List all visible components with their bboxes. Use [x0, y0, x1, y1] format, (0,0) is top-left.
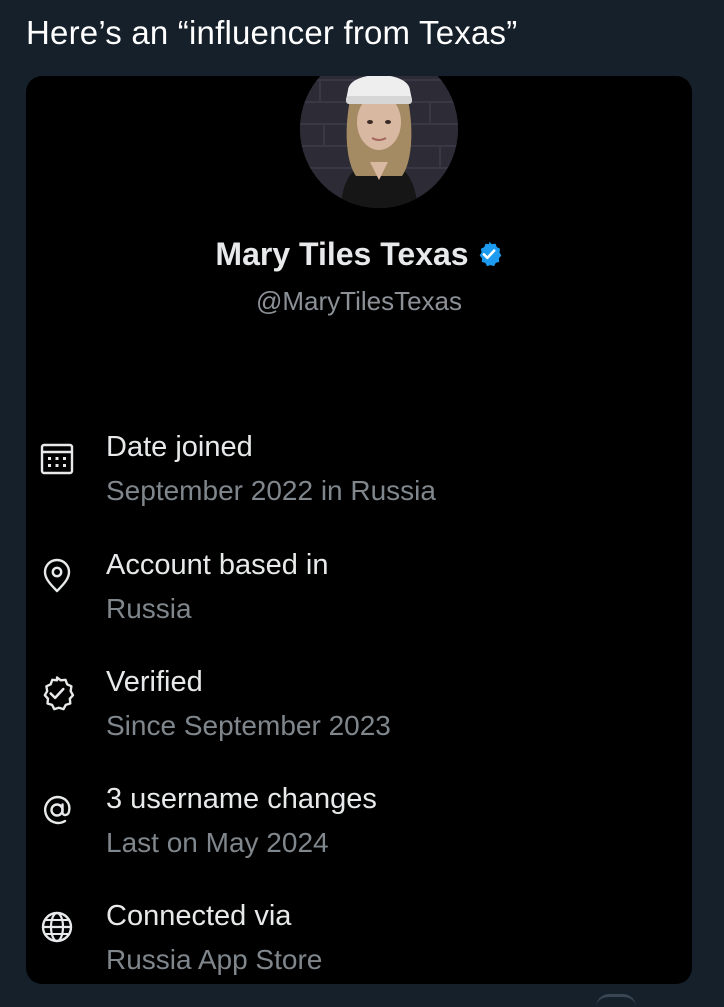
- about-item-subtitle: Russia: [106, 593, 192, 624]
- at-sign-icon: [38, 791, 76, 829]
- about-item-title: Verified: [106, 666, 203, 698]
- about-item-title: 3 username changes: [106, 783, 377, 815]
- username-handle: @MaryTilesTexas: [255, 286, 463, 316]
- location-pin-icon: [38, 557, 76, 595]
- about-item-verified: Verified Since September 2023: [26, 666, 692, 766]
- about-item-date-joined: Date joined September 2022 in Russia: [26, 431, 692, 531]
- about-item-title: Date joined: [106, 431, 253, 463]
- calendar-icon: [38, 439, 76, 477]
- about-item-subtitle: Last on May 2024: [106, 827, 329, 858]
- avatar[interactable]: [300, 76, 458, 208]
- about-item-connected-via: Connected via Russia App Store: [26, 900, 692, 984]
- profile-screenshot-card[interactable]: Mary Tiles Texas @MaryTilesTexas Date jo…: [26, 76, 692, 984]
- about-item-subtitle: Since September 2023: [106, 710, 391, 741]
- about-item-subtitle: September 2022 in Russia: [106, 475, 436, 506]
- globe-icon: [38, 908, 76, 946]
- profile-name-row: Mary Tiles Texas: [26, 236, 692, 276]
- about-item-username-changes: 3 username changes Last on May 2024: [26, 783, 692, 883]
- bottom-edge-control: [596, 994, 636, 1007]
- about-item-account-based-in: Account based in Russia: [26, 549, 692, 649]
- about-item-title: Connected via: [106, 900, 292, 932]
- display-name: Mary Tiles Texas: [215, 236, 469, 272]
- about-item-title: Account based in: [106, 549, 329, 581]
- avatar-photo: [300, 76, 458, 208]
- post-caption: Here’s an “influencer from Texas”: [26, 14, 518, 51]
- verified-badge-icon[interactable]: [475, 239, 503, 276]
- about-item-subtitle: Russia App Store: [106, 944, 323, 975]
- verified-badge-icon: [38, 674, 76, 712]
